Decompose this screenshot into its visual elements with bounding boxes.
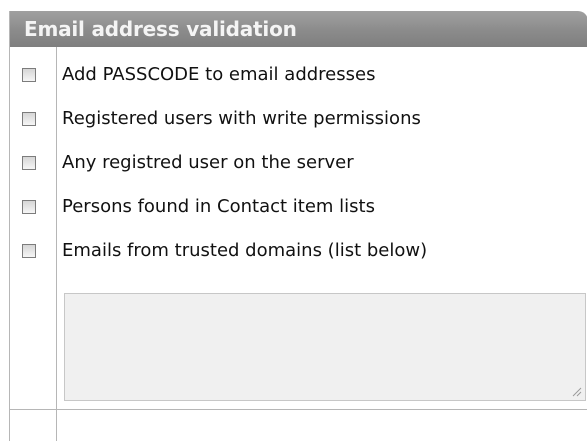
checkbox-any-registered-user[interactable] xyxy=(22,156,36,170)
checkbox-contact-persons[interactable] xyxy=(22,200,36,214)
trusted-domains-textarea[interactable] xyxy=(64,293,586,401)
option-label: Registered users with write permissions xyxy=(62,108,421,129)
option-row-any-user[interactable]: Any registred user on the server xyxy=(10,143,587,187)
option-row-passcode[interactable]: Add PASSCODE to email addresses xyxy=(10,55,587,99)
option-row-write-permissions[interactable]: Registered users with write permissions xyxy=(10,99,587,143)
resize-grip-icon[interactable] xyxy=(572,387,582,397)
option-label: Any registred user on the server xyxy=(62,152,354,173)
panel-header: Email address validation xyxy=(10,11,587,47)
checkbox-trusted-domains[interactable] xyxy=(22,244,36,258)
option-row-contacts[interactable]: Persons found in Contact item lists xyxy=(10,187,587,231)
option-row-trusted-domains[interactable]: Emails from trusted domains (list below) xyxy=(10,231,587,275)
option-label: Emails from trusted domains (list below) xyxy=(62,240,428,261)
email-validation-panel: Email address validation Add PASSCODE to… xyxy=(9,11,587,441)
option-label: Add PASSCODE to email addresses xyxy=(62,64,376,85)
checkbox-registered-write[interactable] xyxy=(22,112,36,126)
panel-title: Email address validation xyxy=(24,17,297,41)
checkbox-add-passcode[interactable] xyxy=(22,68,36,82)
option-label: Persons found in Contact item lists xyxy=(62,196,375,217)
row-divider xyxy=(10,409,587,410)
